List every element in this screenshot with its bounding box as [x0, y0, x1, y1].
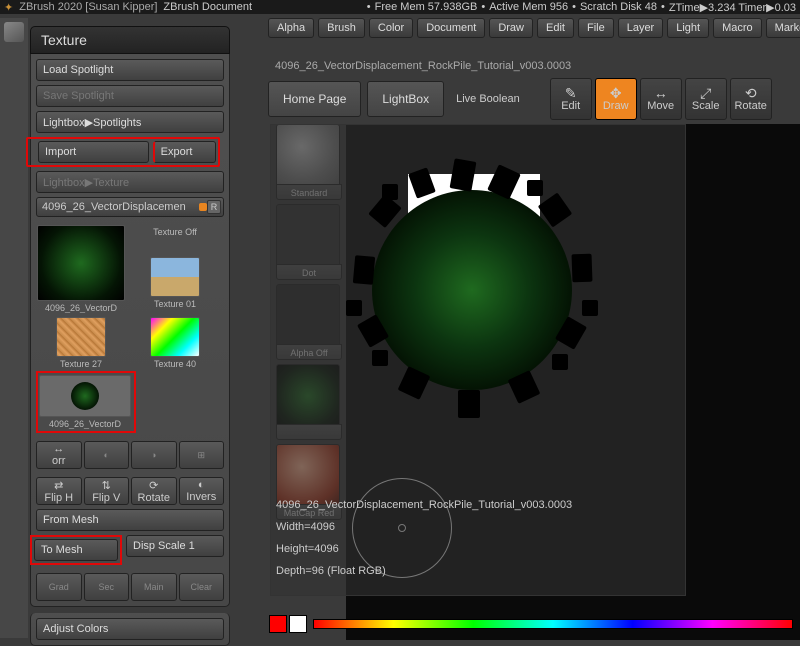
load-spotlight-button[interactable]: Load Spotlight — [36, 59, 224, 81]
export-button[interactable]: Export — [153, 141, 216, 163]
scratch-disk: Scratch Disk 48 — [580, 1, 657, 13]
menu-draw[interactable]: Draw — [489, 18, 533, 38]
sec-button[interactable]: Sec — [84, 573, 130, 601]
corr-button[interactable]: ↔orr — [36, 441, 82, 469]
active-mem: Active Mem 956 — [489, 1, 568, 13]
color-swatch[interactable] — [269, 615, 287, 633]
color-swatch[interactable] — [289, 615, 307, 633]
menu-macro[interactable]: Macro — [713, 18, 762, 38]
menu-light[interactable]: Light — [667, 18, 709, 38]
inverse-button[interactable]: ◐Invers — [179, 477, 225, 505]
texture-item[interactable]: Texture 40 — [130, 317, 220, 369]
current-texture-slider[interactable]: 4096_26_VectorDisplacemen R — [36, 197, 224, 217]
menu-color[interactable]: Color — [369, 18, 413, 38]
home-button[interactable]: Home Page — [268, 81, 361, 117]
lightbox-spotlights-button[interactable]: Lightbox▶Spotlights — [36, 111, 224, 133]
info-name: 4096_26_VectorDisplacement_RockPile_Tuto… — [276, 494, 572, 516]
info-depth: Depth=96 (Float RGB) — [276, 560, 572, 582]
app-logo: ✦ — [4, 1, 13, 14]
texture-panel: Texture Load Spotlight Save Spotlight Li… — [30, 26, 230, 646]
ztime: ZTime▶3.234 Timer▶0.03 — [669, 1, 796, 14]
save-spotlight-button[interactable]: Save Spotlight — [36, 85, 224, 107]
small-btn[interactable]: ◐ — [84, 441, 130, 469]
menu-layer[interactable]: Layer — [618, 18, 664, 38]
info-width: Width=4096 — [276, 516, 572, 538]
free-mem: Free Mem 57.938GB — [375, 1, 478, 13]
rotate-button[interactable]: ⟳Rotate — [131, 477, 177, 505]
menu-document[interactable]: Document — [417, 18, 485, 38]
live-boolean-label[interactable]: Live Boolean — [450, 93, 526, 105]
mode-draw[interactable]: ✥Draw — [595, 78, 637, 120]
flip-v-button[interactable]: ⇅Flip V — [84, 477, 130, 505]
main-button[interactable]: Main — [131, 573, 177, 601]
texture-info: 4096_26_VectorDisplacement_RockPile_Tuto… — [276, 494, 572, 582]
flip-h-button[interactable]: ⇄Flip H — [36, 477, 82, 505]
hue-slider[interactable] — [313, 619, 793, 629]
texture-item[interactable]: 4096_26_VectorD — [36, 225, 126, 313]
mode-scale[interactable]: ⤢Scale — [685, 78, 727, 120]
texture-item[interactable]: Texture 27 — [36, 317, 126, 369]
menu-edit[interactable]: Edit — [537, 18, 574, 38]
info-height: Height=4096 — [276, 538, 572, 560]
small-btn[interactable]: ⊞ — [179, 441, 225, 469]
lightbox-button[interactable]: LightBox — [367, 81, 444, 117]
statusbar: •Free Mem 57.938GB •Active Mem 956 •Scra… — [359, 0, 800, 14]
palette-icon[interactable] — [4, 22, 24, 42]
menu-file[interactable]: File — [578, 18, 614, 38]
mode-edit[interactable]: ✎Edit — [550, 78, 592, 120]
reset-icon[interactable]: R — [207, 200, 221, 214]
app-title: ZBrush 2020 [Susan Kipper] — [19, 1, 157, 13]
clear-button[interactable]: Clear — [179, 573, 225, 601]
mode-rotate[interactable]: ⟲Rotate — [730, 78, 772, 120]
current-texture-label: 4096_26_VectorDisplacemen — [42, 201, 186, 213]
mode-move[interactable]: ↔Move — [640, 78, 682, 120]
toolbar: Home Page LightBox Live Boolean ✎Edit✥Dr… — [268, 78, 772, 120]
import-button[interactable]: Import — [38, 141, 149, 163]
menu-brush[interactable]: Brush — [318, 18, 365, 38]
to-mesh-button[interactable]: To Mesh — [34, 539, 118, 561]
menu-marker[interactable]: Marker — [766, 18, 800, 38]
texture-item-selected[interactable]: 4096_26_VectorD — [40, 375, 130, 429]
small-btn[interactable]: ◑ — [131, 441, 177, 469]
lightbox-texture-button[interactable]: Lightbox▶Texture — [36, 171, 224, 193]
slider-knob[interactable] — [199, 203, 207, 211]
color-bar[interactable] — [268, 614, 798, 636]
texture-item[interactable]: Texture OffTexture 01 — [130, 225, 220, 313]
menubar: AlphaBrushColorDocumentDrawEditFileLayer… — [268, 18, 800, 38]
disp-scale-slider[interactable]: Disp Scale 1 — [126, 535, 224, 557]
from-mesh-button[interactable]: From Mesh — [36, 509, 224, 531]
panel-title[interactable]: Texture — [30, 26, 230, 54]
rock-preview — [332, 150, 612, 430]
document-name: 4096_26_VectorDisplacement_RockPile_Tuto… — [275, 60, 571, 72]
adjust-colors-button[interactable]: Adjust Colors — [36, 618, 224, 640]
menu-alpha[interactable]: Alpha — [268, 18, 314, 38]
doc-title: ZBrush Document — [163, 1, 252, 13]
left-palette — [0, 18, 28, 638]
grad-button[interactable]: Grad — [36, 573, 82, 601]
